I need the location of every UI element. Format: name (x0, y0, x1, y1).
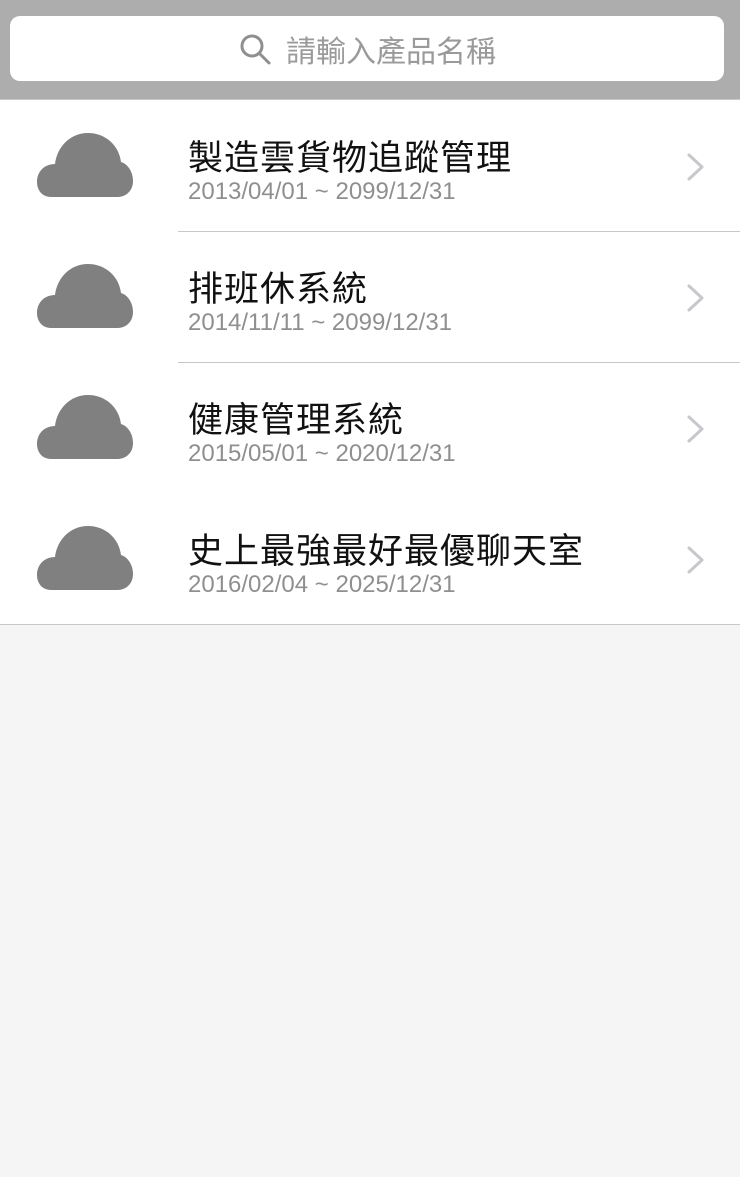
chevron-right-icon (687, 153, 704, 181)
product-date-range: 2015/05/01 ~ 2020/12/31 (188, 440, 456, 467)
product-row[interactable]: 排班休系統 2014/11/11 ~ 2099/12/31 (0, 231, 740, 362)
search-icon (240, 34, 271, 64)
chevron-right-icon (687, 415, 704, 443)
product-date-range: 2016/02/04 ~ 2025/12/31 (188, 571, 456, 598)
search-bar: 請輸入產品名稱 (0, 0, 740, 100)
product-row[interactable]: 製造雲貨物追蹤管理 2013/04/01 ~ 2099/12/31 (0, 100, 740, 231)
empty-background (0, 625, 740, 1177)
product-title: 健康管理系統 (188, 401, 405, 441)
row-separator (178, 231, 740, 232)
row-separator (178, 362, 740, 363)
product-title: 排班休系統 (188, 270, 369, 310)
product-list: 製造雲貨物追蹤管理 2013/04/01 ~ 2099/12/31 排班休系統 … (0, 100, 740, 625)
product-row[interactable]: 健康管理系統 2015/05/01 ~ 2020/12/31 (0, 362, 740, 493)
search-input[interactable]: 請輸入產品名稱 (10, 16, 724, 81)
chevron-right-icon (687, 284, 704, 312)
product-row[interactable]: 史上最強最好最優聊天室 2016/02/04 ~ 2025/12/31 (0, 493, 740, 624)
product-date-range: 2013/04/01 ~ 2099/12/31 (188, 178, 456, 205)
product-title: 史上最強最好最優聊天室 (188, 532, 585, 572)
chevron-right-icon (687, 546, 704, 574)
product-title: 製造雲貨物追蹤管理 (188, 139, 513, 179)
cloud-icon (37, 395, 133, 459)
cloud-icon (37, 526, 133, 590)
cloud-icon (37, 133, 133, 197)
cloud-icon (37, 264, 133, 328)
search-placeholder: 請輸入產品名稱 (286, 34, 496, 70)
product-date-range: 2014/11/11 ~ 2099/12/31 (188, 309, 453, 336)
